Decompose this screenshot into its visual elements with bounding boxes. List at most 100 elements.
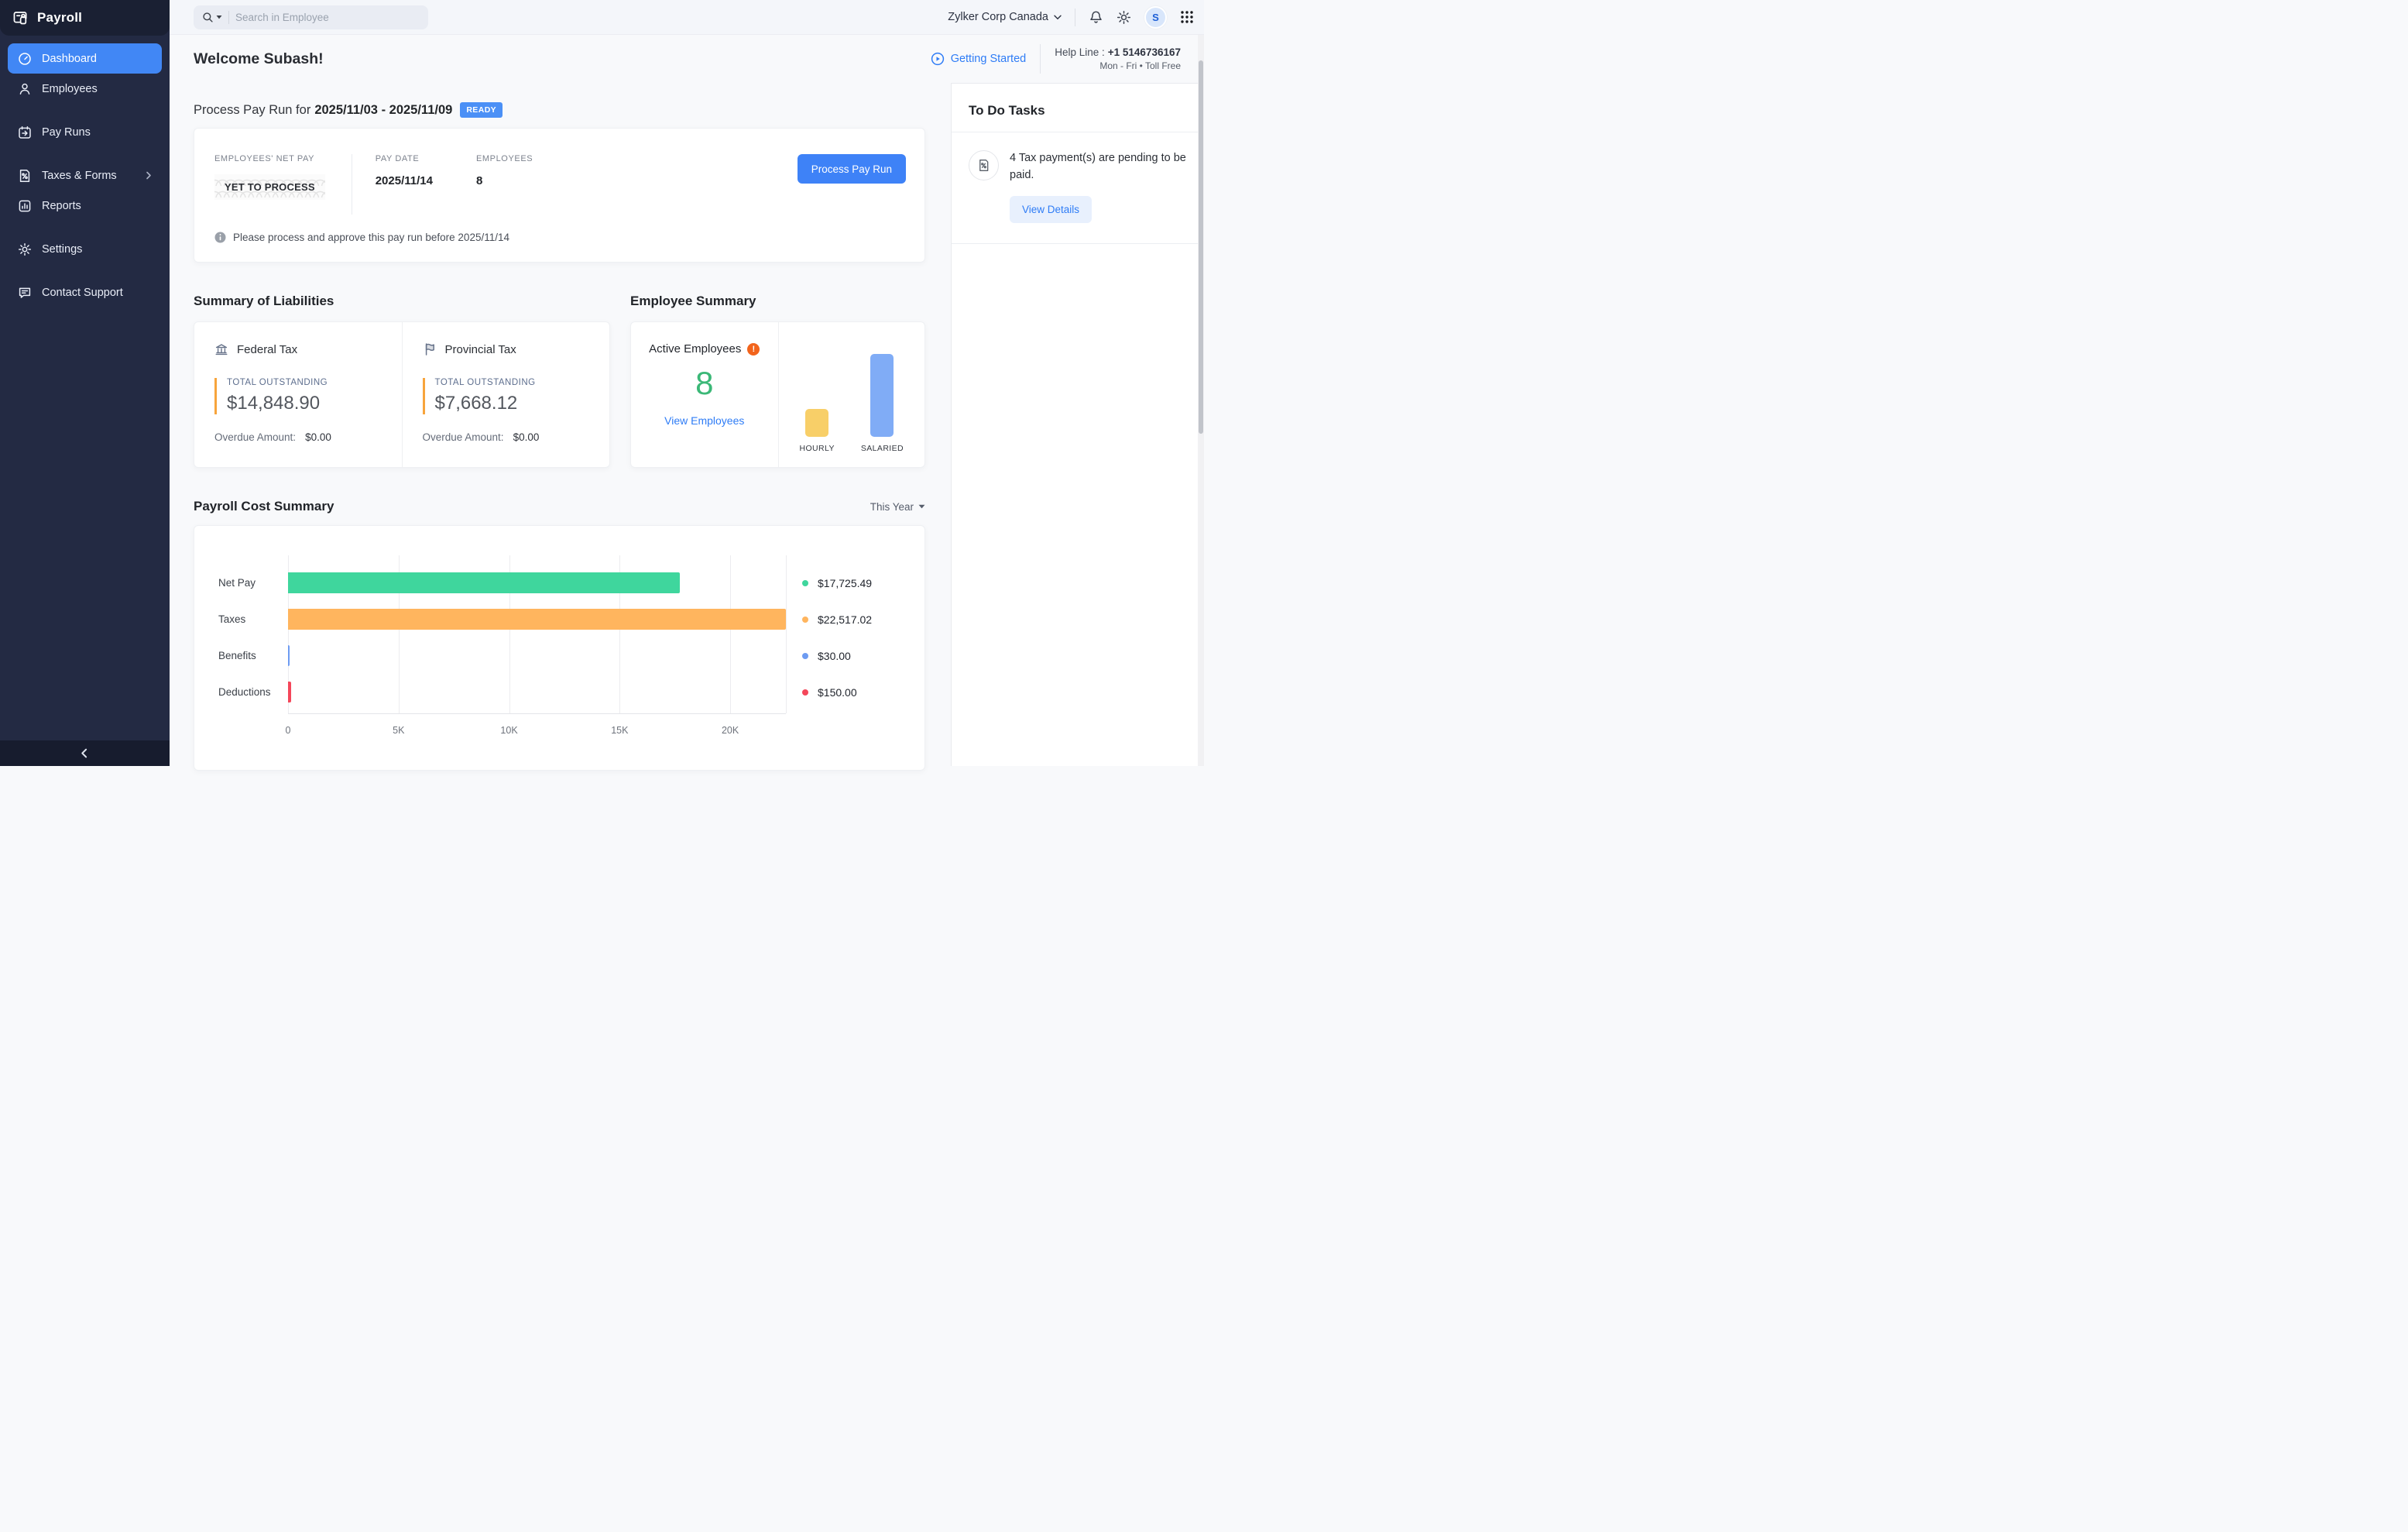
sidebar-item-pay-runs[interactable]: Pay Runs bbox=[8, 117, 162, 147]
liabilities-title: Summary of Liabilities bbox=[194, 294, 610, 309]
bar-benefits bbox=[288, 645, 290, 666]
legend-item-net-pay: $17,725.49 bbox=[802, 572, 872, 593]
org-name: Zylker Corp Canada bbox=[948, 11, 1048, 23]
taxes-icon bbox=[17, 168, 32, 183]
payroll-cost-chart: Net PayTaxesBenefitsDeductions 05K10K15K… bbox=[194, 525, 925, 771]
page-header: Welcome Subash! Getting Started Help Lin… bbox=[170, 35, 1204, 83]
x-tick-label: 0 bbox=[286, 725, 291, 736]
active-employees-count: 8 bbox=[695, 365, 713, 402]
search-input[interactable] bbox=[235, 12, 420, 23]
search-icon[interactable] bbox=[202, 12, 222, 23]
header-right: Getting Started Help Line :+1 5146736167… bbox=[931, 44, 1192, 74]
tax-document-icon bbox=[969, 150, 999, 180]
app-title: Payroll bbox=[37, 10, 82, 26]
category-label: Taxes bbox=[218, 609, 245, 630]
column-value: YET TO PROCESS bbox=[214, 174, 325, 200]
caret-down-icon bbox=[216, 15, 222, 19]
active-employees-block: Active Employees ! 8 View Employees bbox=[631, 322, 778, 467]
payroll-cost-section: Payroll Cost Summary This Year Net Pay Ta… bbox=[194, 499, 925, 771]
sidebar-item-settings[interactable]: Settings bbox=[8, 234, 162, 264]
outstanding-label: TOTAL OUTSTANDING bbox=[227, 378, 382, 387]
gridline bbox=[786, 555, 787, 713]
payrun-note: Please process and approve this pay run … bbox=[214, 232, 906, 243]
bar-net-pay bbox=[288, 572, 680, 593]
active-employees-label: Active Employees bbox=[649, 342, 741, 356]
sidebar-item-dashboard[interactable]: Dashboard bbox=[8, 43, 162, 74]
outstanding-amount: $14,848.90 bbox=[227, 393, 382, 414]
settings-gear-icon[interactable] bbox=[1117, 10, 1131, 25]
payrun-date-range: 2025/11/03 - 2025/11/09 bbox=[314, 103, 452, 117]
scrollbar-thumb[interactable] bbox=[1199, 60, 1203, 434]
overdue-value: $0.00 bbox=[305, 431, 331, 443]
info-icon bbox=[214, 232, 226, 243]
support-icon bbox=[17, 285, 32, 300]
payrun-columns: EMPLOYEES' NET PAYYET TO PROCESSPAY DATE… bbox=[214, 154, 906, 215]
sidebar-item-taxes-forms[interactable]: Taxes & Forms bbox=[8, 160, 162, 191]
org-selector[interactable]: Zylker Corp Canada bbox=[948, 11, 1062, 23]
overdue-label: Overdue Amount: bbox=[214, 431, 296, 443]
sidebar-collapse-button[interactable] bbox=[0, 740, 170, 766]
help-line: Help Line :+1 5146736167 Mon - Fri • Tol… bbox=[1055, 46, 1181, 71]
sidebar-item-label: Reports bbox=[42, 200, 81, 212]
payrun-section-title: Process Pay Run for2025/11/03 - 2025/11/… bbox=[194, 102, 925, 118]
bar-deductions bbox=[288, 682, 291, 702]
x-tick-label: 15K bbox=[611, 725, 628, 736]
body-row: Process Pay Run for2025/11/03 - 2025/11/… bbox=[170, 83, 1204, 766]
liability-name: Provincial Tax bbox=[445, 343, 516, 356]
status-badge: READY bbox=[460, 102, 503, 118]
payrun-col-employees: EMPLOYEES8 bbox=[476, 154, 533, 187]
bar-label: SALARIED bbox=[861, 444, 904, 453]
process-pay-run-button[interactable]: Process Pay Run bbox=[798, 154, 906, 184]
employee-type-bar-hourly: HOURLY bbox=[799, 409, 834, 453]
sidebar-item-employees[interactable]: Employees bbox=[8, 74, 162, 104]
liability-card-federal-tax: Federal TaxTOTAL OUTSTANDING$14,848.90Ov… bbox=[194, 322, 402, 467]
outstanding-label: TOTAL OUTSTANDING bbox=[435, 378, 590, 387]
sidebar: Payroll Dashboard Employees Pay Runs Taxes … bbox=[0, 0, 170, 766]
app-logo-bar: Payroll bbox=[0, 0, 170, 36]
global-search[interactable] bbox=[194, 5, 428, 29]
x-tick-label: 20K bbox=[722, 725, 739, 736]
legend-dot bbox=[802, 653, 808, 659]
sidebar-item-contact-support[interactable]: Contact Support bbox=[8, 277, 162, 307]
x-tick-label: 10K bbox=[500, 725, 517, 736]
apps-grid-icon[interactable] bbox=[1180, 10, 1194, 24]
page-title: Welcome Subash! bbox=[194, 50, 324, 68]
period-filter-dropdown[interactable]: This Year bbox=[870, 501, 925, 513]
warning-icon[interactable]: ! bbox=[747, 343, 760, 356]
employee-type-chart: HOURLY SALARIED bbox=[778, 322, 925, 467]
todo-task: 4 Tax payment(s) are pending to be paid.… bbox=[952, 132, 1204, 244]
help-line-number: +1 5146736167 bbox=[1108, 46, 1181, 58]
main-area: Zylker Corp Canada S Welcome Subash! bbox=[170, 0, 1204, 766]
user-avatar[interactable]: S bbox=[1144, 6, 1167, 29]
outstanding-amount: $7,668.12 bbox=[435, 393, 590, 414]
liability-card-provincial-tax: Provincial Tax TOTAL OUTSTANDING $7,668.12… bbox=[402, 322, 610, 467]
overdue-label: Overdue Amount: bbox=[423, 431, 504, 443]
flag-icon bbox=[423, 342, 437, 356]
column-label: EMPLOYEES bbox=[476, 154, 533, 163]
liabilities-section: Summary of Liabilities Federal TaxTOTAL … bbox=[194, 294, 610, 468]
view-details-button[interactable]: View Details bbox=[1010, 196, 1092, 223]
sidebar-item-label: Employees bbox=[42, 83, 98, 95]
liabilities-card: Federal TaxTOTAL OUTSTANDING$14,848.90Ov… bbox=[194, 321, 610, 468]
sidebar-item-reports[interactable]: Reports bbox=[8, 191, 162, 221]
bar-taxes bbox=[288, 609, 786, 630]
payroll-cost-title: Payroll Cost Summary bbox=[194, 499, 334, 514]
page-scrollbar[interactable] bbox=[1198, 35, 1204, 766]
category-label: Net Pay bbox=[218, 572, 256, 593]
help-line-hours: Mon - Fri • Toll Free bbox=[1055, 60, 1181, 71]
todo-panel: To Do Tasks 4 Tax payment(s) are pending… bbox=[951, 83, 1204, 766]
chevron-down-icon bbox=[1054, 15, 1062, 20]
sidebar-item-label: Settings bbox=[42, 243, 82, 256]
employee-summary-section: Employee Summary Active Employees ! 8 Vi… bbox=[630, 294, 925, 468]
employee-summary-card: Active Employees ! 8 View Employees HOUR… bbox=[630, 321, 925, 468]
legend-value: $22,517.02 bbox=[818, 613, 872, 626]
notifications-bell-icon[interactable] bbox=[1089, 10, 1103, 25]
sidebar-item-label: Taxes & Forms bbox=[42, 170, 117, 182]
overdue-value: $0.00 bbox=[513, 431, 540, 443]
employees-icon bbox=[17, 81, 32, 96]
payrun-col-employees-net-pay: EMPLOYEES' NET PAYYET TO PROCESS bbox=[214, 154, 325, 200]
bar bbox=[870, 354, 894, 437]
category-label: Benefits bbox=[218, 645, 256, 666]
view-employees-link[interactable]: View Employees bbox=[664, 414, 744, 427]
getting-started-link[interactable]: Getting Started bbox=[931, 52, 1027, 66]
